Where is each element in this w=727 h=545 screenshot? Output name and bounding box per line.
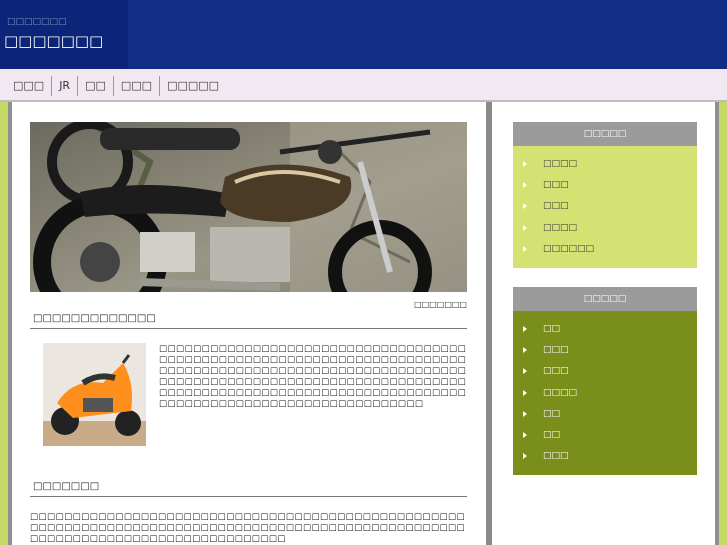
sidebar2-item[interactable]: □□□: [513, 361, 697, 382]
nav-item-1[interactable]: □□□: [6, 76, 53, 96]
left-rail-decoration: [0, 102, 8, 545]
sidebar2-item[interactable]: □□□□: [513, 383, 697, 404]
scooter-thumbnail-image: [43, 343, 146, 446]
sidebar1-item[interactable]: □□□□: [513, 218, 697, 239]
hero-motorcycle-image: [30, 122, 467, 292]
section2-body-text: □□□□□□□□□□□□□□□□□□□□□□□□□□□□□□□□□□□□□□□□…: [30, 512, 466, 544]
sidebar2-item[interactable]: □□: [513, 425, 697, 446]
section1-heading: □□□□□□□□□□□□□: [30, 313, 467, 329]
left-rail-border: [8, 102, 12, 545]
section2-heading: □□□□□□□: [30, 481, 467, 497]
sidebar1-item[interactable]: □□□□□□: [513, 239, 697, 260]
sidebar2-item[interactable]: □□□: [513, 446, 697, 467]
sidebar-menu-1-title: □□□□□: [513, 122, 697, 146]
sidebar2-item[interactable]: □□: [513, 404, 697, 425]
nav-item-3[interactable]: □□: [78, 76, 114, 96]
sidebar-menu-1: □□□□□ □□□□ □□□ □□□ □□□□ □□□□□□: [513, 122, 697, 268]
site-header: □□□□□□□ □□□□□□□: [0, 0, 727, 69]
nav-item-jr[interactable]: JR: [52, 76, 79, 96]
site-title[interactable]: □□□□□□□: [4, 32, 103, 50]
sidebar1-item[interactable]: □□□: [513, 175, 697, 196]
nav-item-4[interactable]: □□□: [114, 76, 161, 96]
section1-body-text: □□□□□□□□□□□□□□□□□□□□□□□□□□□□□□□□□□□□□□□□…: [159, 344, 467, 409]
column-divider: [486, 102, 492, 545]
main-nav: □□□ JR □□ □□□ □□□□□: [0, 69, 727, 102]
site-subtitle: □□□□□□□: [7, 17, 67, 27]
nav-item-5[interactable]: □□□□□: [160, 76, 226, 96]
sidebar1-item[interactable]: □□□: [513, 196, 697, 217]
right-rail-decoration: [719, 102, 727, 545]
sidebar-menu-2-title: □□□□□: [513, 287, 697, 311]
sidebar1-item[interactable]: □□□□: [513, 154, 697, 175]
hero-caption: □□□□□□□: [414, 300, 467, 309]
sidebar-menu-2: □□□□□ □□ □□□ □□□ □□□□ □□ □□ □□□: [513, 287, 697, 476]
sidebar2-item[interactable]: □□: [513, 319, 697, 340]
sidebar2-item[interactable]: □□□: [513, 340, 697, 361]
